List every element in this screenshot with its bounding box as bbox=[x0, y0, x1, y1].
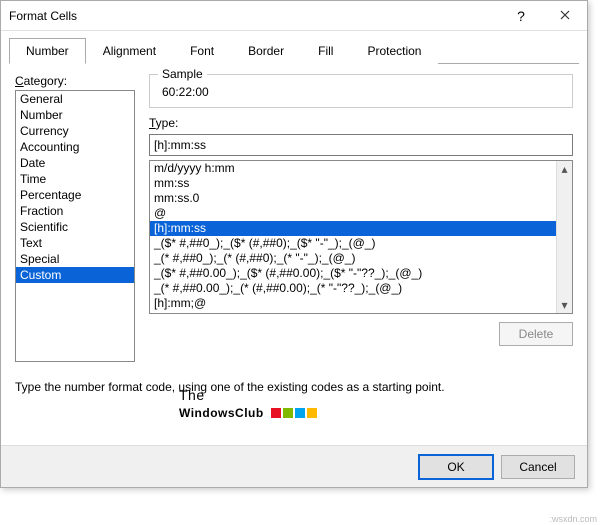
close-button[interactable] bbox=[543, 1, 587, 31]
list-item[interactable]: Number bbox=[16, 107, 134, 123]
button-bar: OK Cancel bbox=[1, 445, 587, 487]
logo-square-green bbox=[283, 408, 293, 418]
list-item[interactable]: Date bbox=[16, 155, 134, 171]
list-item[interactable]: Currency bbox=[16, 123, 134, 139]
scroll-down-icon[interactable]: ▾ bbox=[557, 297, 572, 313]
list-item[interactable]: Accounting bbox=[16, 139, 134, 155]
category-panel: Category: General Number Currency Accoun… bbox=[15, 74, 135, 362]
list-item[interactable]: [h]:mm;@ bbox=[150, 296, 556, 311]
list-item[interactable]: Scientific bbox=[16, 219, 134, 235]
list-item[interactable]: _($* #,##0.00_);_($* (#,##0.00);_($* "-"… bbox=[150, 266, 556, 281]
list-item[interactable]: _(* #,##0.00_);_(* (#,##0.00);_(* "-"??_… bbox=[150, 281, 556, 296]
help-button[interactable]: ? bbox=[499, 1, 543, 31]
list-item[interactable]: [h]:mm:ss bbox=[150, 221, 556, 236]
list-item[interactable]: Special bbox=[16, 251, 134, 267]
scroll-up-icon[interactable]: ▴ bbox=[557, 161, 572, 177]
scroll-track[interactable] bbox=[557, 177, 572, 297]
list-item[interactable]: @ bbox=[150, 206, 556, 221]
delete-button: Delete bbox=[499, 322, 573, 346]
titlebar: Format Cells ? bbox=[1, 1, 587, 31]
tab-alignment[interactable]: Alignment bbox=[86, 38, 173, 64]
tab-protection[interactable]: Protection bbox=[350, 38, 438, 64]
sample-value: 60:22:00 bbox=[160, 83, 564, 99]
tab-font[interactable]: Font bbox=[173, 38, 231, 64]
help-icon: ? bbox=[517, 8, 525, 24]
cancel-button[interactable]: Cancel bbox=[501, 455, 575, 479]
list-item[interactable]: Time bbox=[16, 171, 134, 187]
logo-square-red bbox=[271, 408, 281, 418]
sample-box: Sample 60:22:00 bbox=[149, 74, 573, 108]
type-label: Type: bbox=[149, 116, 573, 130]
scrollbar[interactable]: ▴ ▾ bbox=[556, 161, 572, 313]
list-item[interactable]: _($* #,##0_);_($* (#,##0);_($* "-"_);_(@… bbox=[150, 236, 556, 251]
list-item[interactable]: [$-en-US]h:mm:ss AM/PM bbox=[150, 311, 556, 314]
logo-square-blue bbox=[295, 408, 305, 418]
category-label: Category: bbox=[15, 74, 135, 88]
list-item[interactable]: General bbox=[16, 91, 134, 107]
tab-fill[interactable]: Fill bbox=[301, 38, 350, 64]
format-cells-dialog: Format Cells ? Number Alignment Font Bor… bbox=[0, 0, 588, 488]
list-item[interactable]: Fraction bbox=[16, 203, 134, 219]
list-item[interactable]: Text bbox=[16, 235, 134, 251]
tab-number[interactable]: Number bbox=[9, 38, 86, 64]
close-icon bbox=[560, 9, 570, 23]
domain-mark: :wsxdn.com bbox=[546, 513, 600, 525]
list-item[interactable]: Custom bbox=[16, 267, 134, 283]
tab-body: Category: General Number Currency Accoun… bbox=[1, 64, 587, 362]
list-item[interactable]: Percentage bbox=[16, 187, 134, 203]
title-text: Format Cells bbox=[9, 9, 499, 23]
list-item[interactable]: m/d/yyyy h:mm bbox=[150, 161, 556, 176]
details-panel: Sample 60:22:00 Type: m/d/yyyy h:mm mm:s… bbox=[149, 74, 573, 362]
watermark-logo: The WindowsClub bbox=[179, 387, 318, 423]
type-list[interactable]: m/d/yyyy h:mm mm:ss mm:ss.0 @ [h]:mm:ss … bbox=[149, 160, 573, 314]
sample-label: Sample bbox=[158, 67, 207, 81]
logo-square-yellow bbox=[307, 408, 317, 418]
list-item[interactable]: mm:ss bbox=[150, 176, 556, 191]
type-input[interactable] bbox=[149, 134, 573, 156]
ok-button[interactable]: OK bbox=[419, 455, 493, 479]
watermark-line2: WindowsClub bbox=[179, 399, 318, 423]
tab-border[interactable]: Border bbox=[231, 38, 301, 64]
tab-strip: Number Alignment Font Border Fill Protec… bbox=[9, 37, 579, 64]
category-list[interactable]: General Number Currency Accounting Date … bbox=[15, 90, 135, 362]
list-item[interactable]: mm:ss.0 bbox=[150, 191, 556, 206]
list-item[interactable]: _(* #,##0_);_(* (#,##0);_(* "-"_);_(@_) bbox=[150, 251, 556, 266]
